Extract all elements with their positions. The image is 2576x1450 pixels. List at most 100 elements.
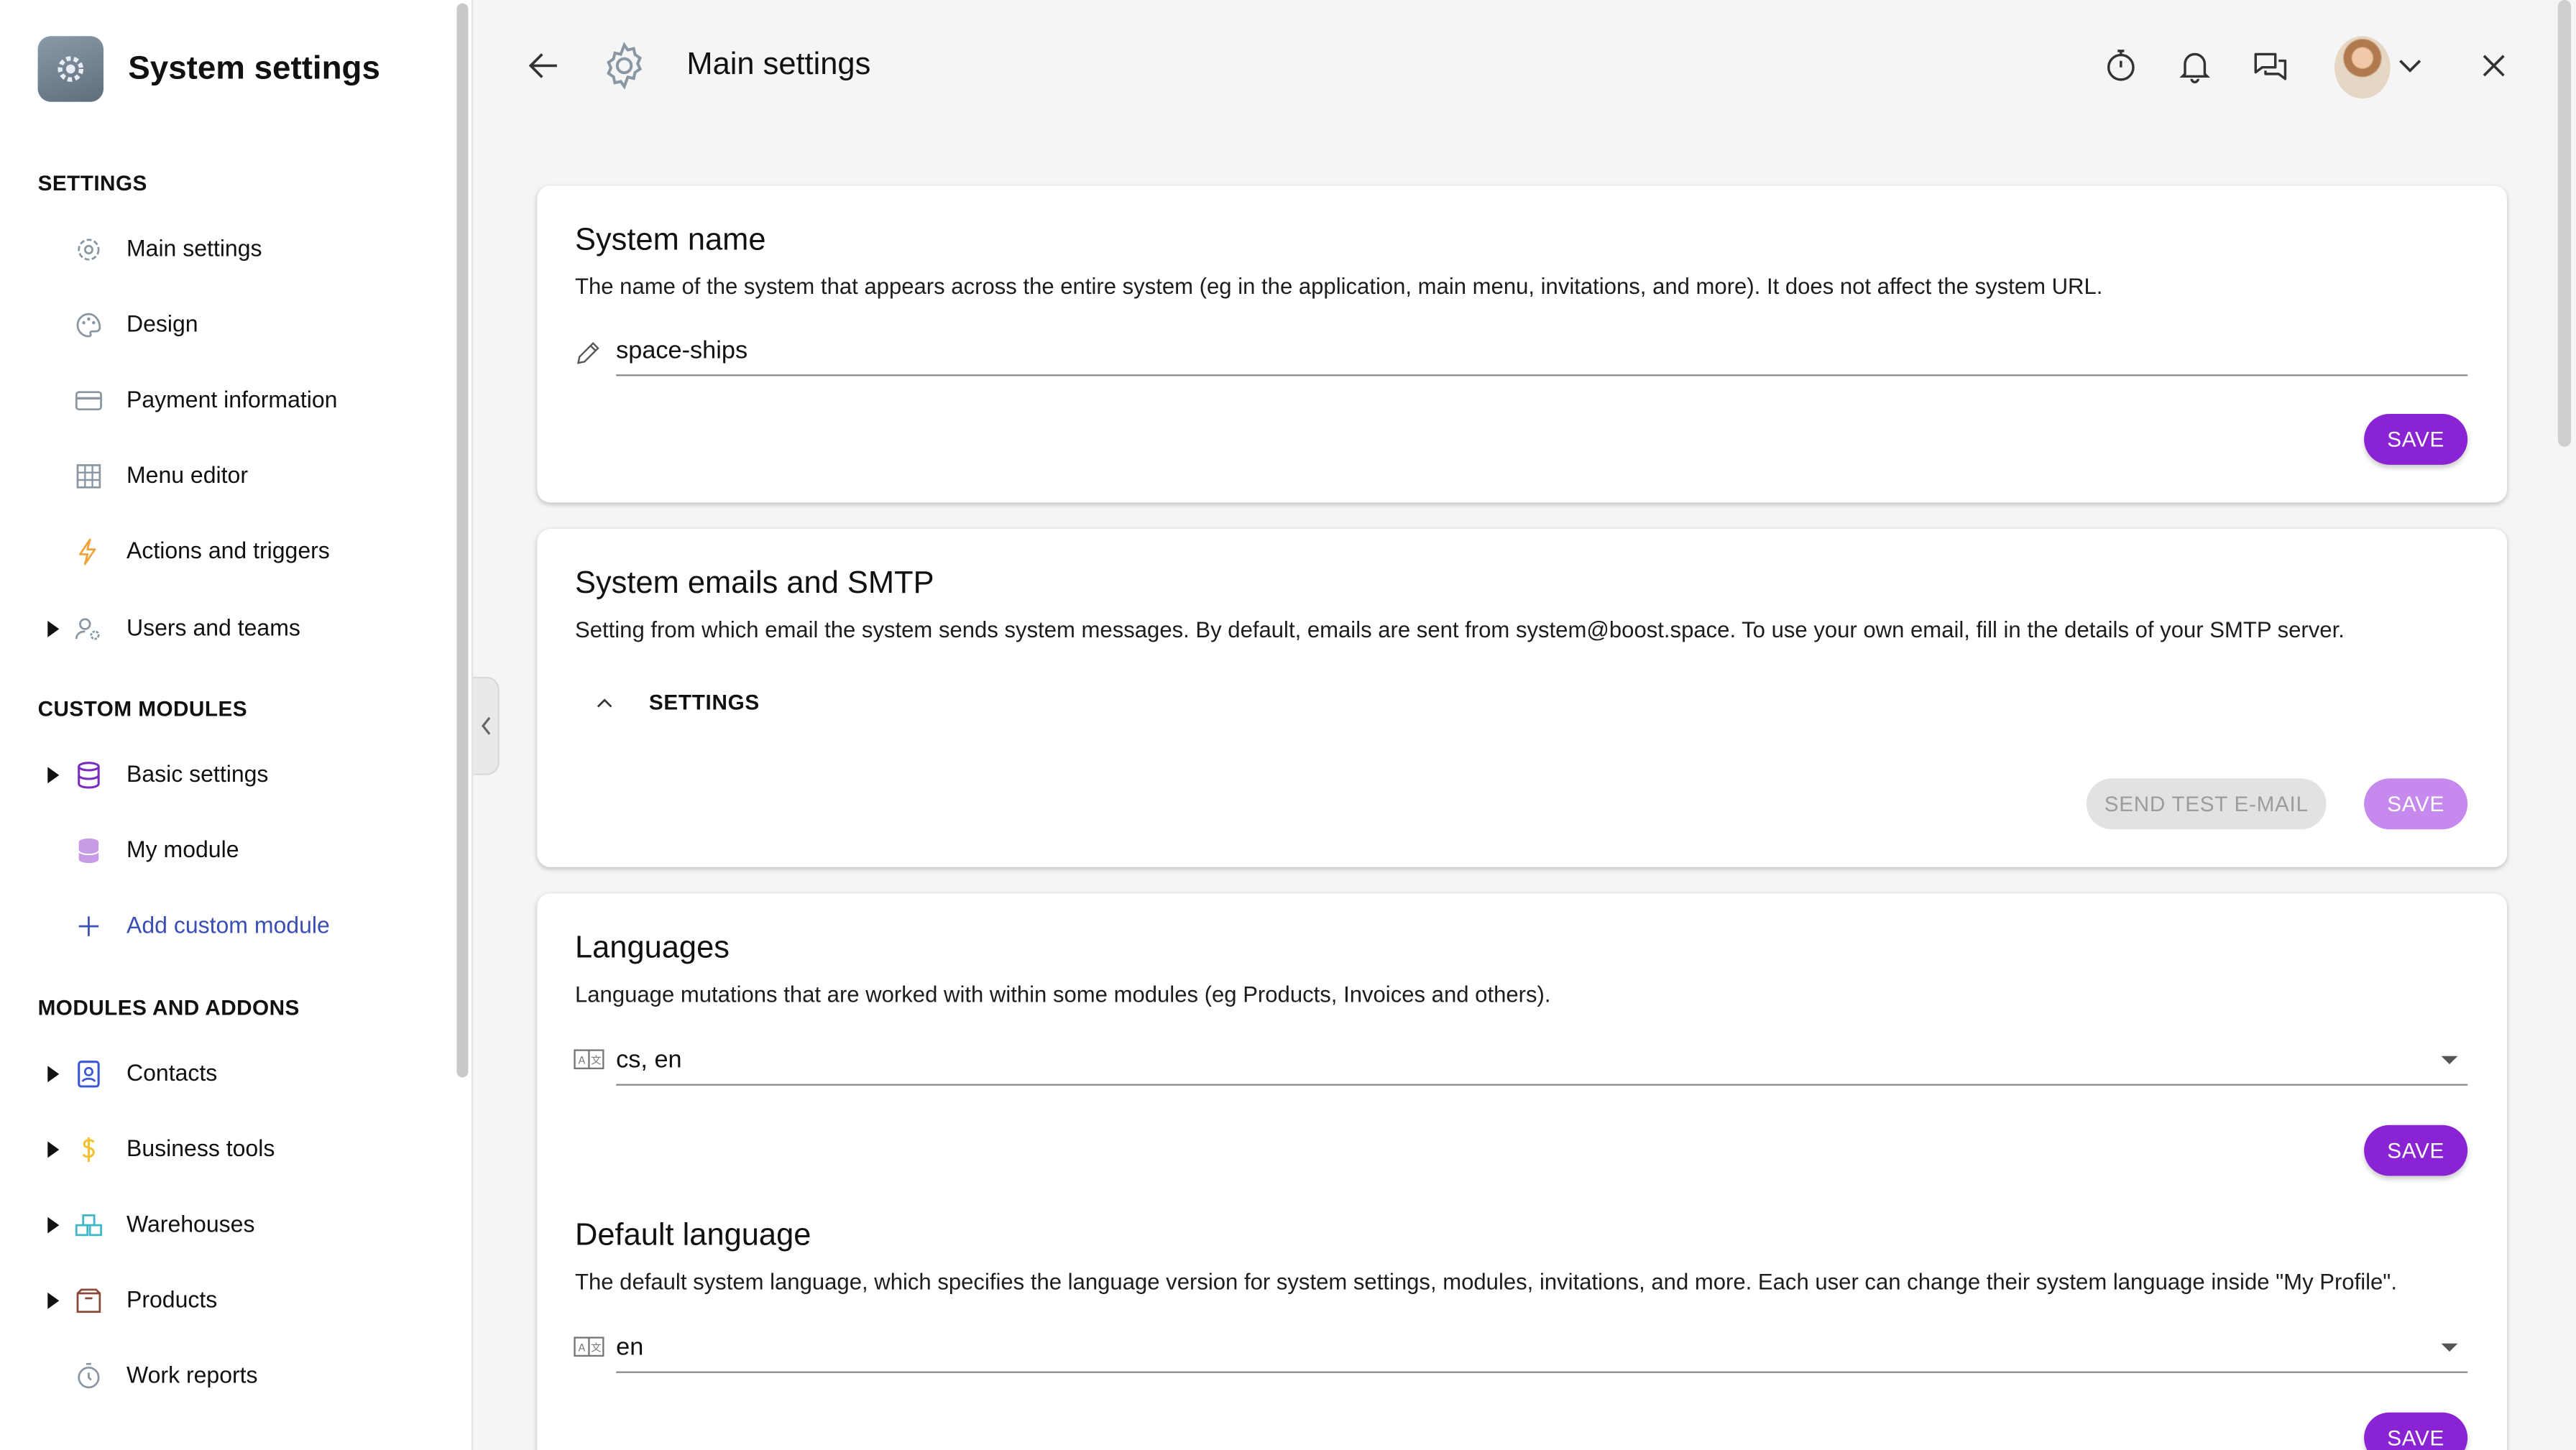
- card-description: Language mutations that are worked with …: [574, 982, 1551, 1007]
- gear-icon: [78, 239, 100, 261]
- sidebar-item-actions-triggers[interactable]: Actions and triggers: [0, 524, 443, 580]
- languages-card: Languages Language mutations that are wo…: [537, 893, 2507, 1450]
- box-icon: [76, 1288, 101, 1313]
- bell-icon[interactable]: [2175, 46, 2214, 86]
- section-title-custom-modules: CUSTOM MODULES: [37, 696, 248, 721]
- translate-icon: A文: [574, 1336, 604, 1357]
- save-button[interactable]: SAVE: [2364, 413, 2468, 465]
- languages-select[interactable]: cs, en: [616, 1033, 2468, 1086]
- sidebar-item-label: Business tools: [126, 1135, 275, 1161]
- section-title-settings: SETTINGS: [37, 170, 147, 195]
- card-description: The default system language, which speci…: [574, 1269, 2397, 1295]
- palette-icon: [76, 313, 101, 338]
- chat-icon[interactable]: [2250, 46, 2290, 86]
- sidebar-item-label: Add custom module: [126, 911, 330, 938]
- stopwatch-icon[interactable]: [2101, 46, 2140, 86]
- sidebar-item-menu-editor[interactable]: Menu editor: [0, 448, 443, 504]
- expand-caret-icon[interactable]: [47, 1066, 60, 1083]
- content-scrollbar[interactable]: [2557, 0, 2572, 447]
- chevron-left-icon: [480, 716, 490, 735]
- sidebar-item-users-teams[interactable]: Users and teams: [0, 601, 443, 657]
- sidebar-item-design[interactable]: Design: [0, 297, 443, 354]
- sidebar-item-my-module[interactable]: My module: [0, 823, 443, 879]
- sidebar-item-label: Contacts: [126, 1059, 218, 1086]
- add-custom-module-link[interactable]: Add custom module: [0, 898, 443, 954]
- expand-caret-icon[interactable]: [47, 1216, 60, 1234]
- stopwatch-icon: [78, 1362, 100, 1389]
- sidebar-item-products[interactable]: Products: [0, 1273, 443, 1329]
- smtp-card: System emails and SMTP Setting from whic…: [537, 528, 2507, 867]
- save-button[interactable]: SAVE: [2364, 1412, 2468, 1450]
- database-icon: [78, 838, 100, 864]
- select-value: en: [616, 1333, 644, 1362]
- sidebar-item-label: Payment information: [126, 386, 338, 412]
- expand-caret-icon[interactable]: [47, 620, 60, 637]
- system-name-input[interactable]: space-ships: [616, 323, 2468, 377]
- sidebar-item-label: Users and teams: [126, 614, 300, 641]
- app-title: System settings: [128, 50, 380, 86]
- smtp-settings-accordion[interactable]: SETTINGS: [593, 690, 760, 714]
- bolt-icon: [79, 538, 96, 565]
- sidebar-item-warehouses[interactable]: Warehouses: [0, 1197, 443, 1253]
- section-title-modules-addons: MODULES AND ADDONS: [37, 995, 300, 1020]
- sidebar-item-label: Design: [126, 310, 198, 337]
- top-bar: Main settings: [475, 0, 2576, 131]
- expand-caret-icon[interactable]: [47, 1292, 60, 1309]
- card-icon: [75, 391, 102, 411]
- database-icon: [78, 762, 100, 789]
- sidebar-item-label: Menu editor: [126, 461, 248, 488]
- select-value: cs, en: [616, 1045, 682, 1074]
- plus-icon: [78, 916, 99, 936]
- card-title: System name: [574, 223, 766, 258]
- chevron-down-icon[interactable]: [2391, 46, 2430, 86]
- pencil-icon: [577, 342, 599, 364]
- chevron-up-icon: [597, 698, 612, 707]
- close-icon[interactable]: [2474, 46, 2513, 86]
- system-name-card: System name The name of the system that …: [537, 185, 2507, 503]
- sidebar-collapse-button[interactable]: [473, 676, 500, 775]
- translate-icon: A文: [574, 1049, 604, 1070]
- sidebar-item-business-tools[interactable]: Business tools: [0, 1122, 443, 1178]
- back-arrow-icon[interactable]: [524, 46, 564, 86]
- user-avatar[interactable]: [2334, 36, 2391, 99]
- sidebar-item-basic-settings[interactable]: Basic settings: [0, 747, 443, 803]
- page-title: Main settings: [686, 47, 871, 83]
- sidebar-item-label: My module: [126, 836, 239, 862]
- card-title: Default language: [574, 1218, 811, 1253]
- sidebar-item-label: Work reports: [126, 1361, 258, 1388]
- warehouse-icon: [75, 1214, 102, 1237]
- sidebar-scrollbar[interactable]: [456, 3, 469, 1078]
- sidebar-item-label: Actions and triggers: [126, 537, 330, 563]
- brand: System settings: [37, 36, 380, 102]
- gear-icon: [607, 42, 642, 90]
- dropdown-arrow-icon: [2441, 1343, 2458, 1352]
- sidebar-item-main-settings[interactable]: Main settings: [0, 222, 443, 278]
- sidebar-item-label: Products: [126, 1285, 218, 1313]
- save-button[interactable]: SAVE: [2364, 778, 2468, 830]
- send-test-email-button[interactable]: SEND TEST E-MAIL: [2086, 778, 2327, 830]
- card-title: Languages: [574, 931, 730, 966]
- default-language-select[interactable]: en: [616, 1321, 2468, 1373]
- sidebar-item-label: Basic settings: [126, 760, 269, 787]
- svg-text:A: A: [579, 1343, 586, 1354]
- sidebar-item-payment[interactable]: Payment information: [0, 373, 443, 429]
- expand-caret-icon[interactable]: [47, 767, 60, 784]
- dropdown-arrow-icon: [2441, 1056, 2458, 1065]
- contact-book-icon: [78, 1061, 100, 1088]
- svg-text:文: 文: [591, 1055, 601, 1067]
- grid-icon: [76, 464, 101, 489]
- settings-logo-icon: [37, 36, 104, 102]
- save-button[interactable]: SAVE: [2364, 1125, 2468, 1176]
- sidebar-item-label: Main settings: [126, 234, 262, 262]
- card-description: The name of the system that appears acro…: [574, 274, 2103, 299]
- sidebar-item-work-reports[interactable]: Work reports: [0, 1349, 443, 1405]
- dollar-icon: [82, 1137, 95, 1163]
- svg-text:A: A: [579, 1056, 586, 1067]
- sidebar-item-label: Warehouses: [126, 1210, 255, 1237]
- sidebar-item-contacts[interactable]: Contacts: [0, 1046, 443, 1102]
- users-gear-icon: [75, 618, 100, 640]
- card-title: System emails and SMTP: [574, 566, 934, 601]
- expand-caret-icon[interactable]: [47, 1141, 60, 1158]
- sidebar: System settings SETTINGS Main settings D…: [0, 0, 474, 1450]
- svg-text:文: 文: [591, 1342, 601, 1354]
